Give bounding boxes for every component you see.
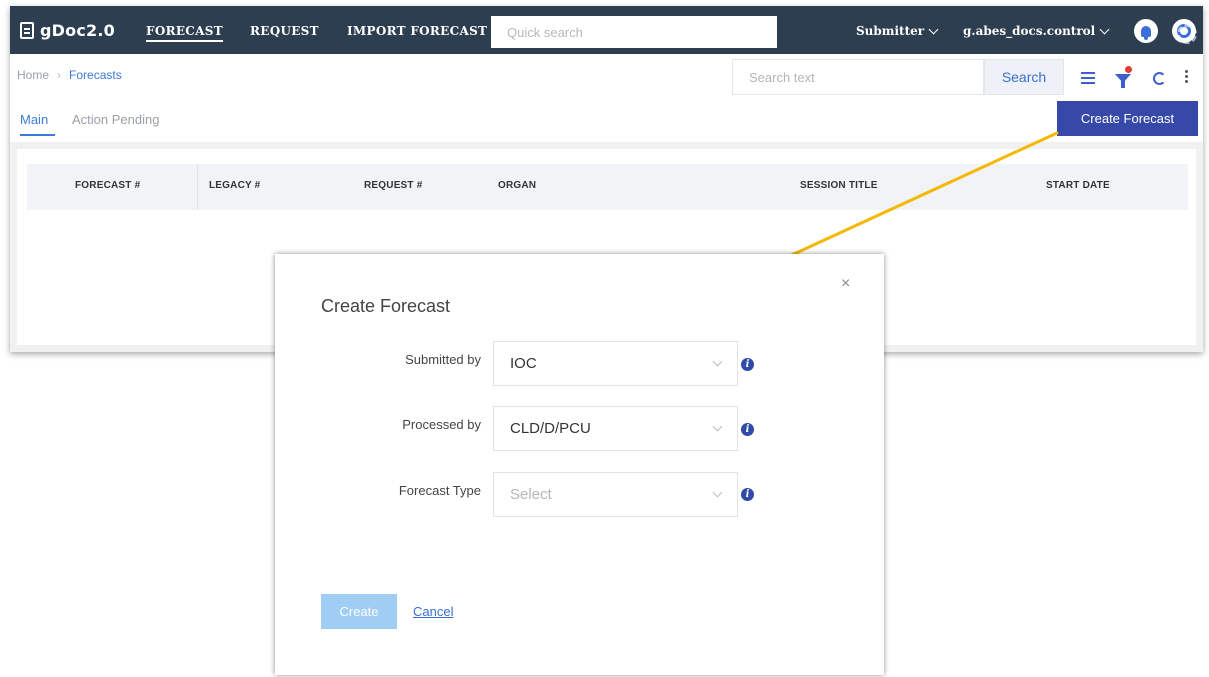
chevron-down-icon bbox=[712, 421, 723, 432]
nav-request[interactable]: REQUEST bbox=[250, 24, 319, 38]
info-icon[interactable]: i bbox=[741, 358, 754, 371]
user-dropdown[interactable]: g.abes_docs.control bbox=[963, 24, 1110, 38]
close-icon[interactable]: × bbox=[841, 275, 850, 293]
info-icon[interactable]: i bbox=[741, 488, 754, 501]
submitted-by-select[interactable]: IOC bbox=[493, 341, 738, 386]
forecast-type-placeholder: Select bbox=[510, 486, 552, 503]
document-icon bbox=[20, 21, 34, 39]
chevron-down-icon bbox=[712, 356, 723, 367]
search-button[interactable]: Search bbox=[984, 59, 1064, 95]
nav-import-forecast[interactable]: IMPORT FORECAST bbox=[347, 24, 487, 38]
columns-settings-button[interactable] bbox=[1078, 68, 1098, 88]
breadcrumb-home[interactable]: Home bbox=[17, 68, 49, 82]
column-header-session-title[interactable]: SESSION TITLE bbox=[800, 180, 878, 191]
chevron-down-icon bbox=[928, 24, 939, 34]
brand-name: gDoc2.0 bbox=[40, 20, 115, 40]
create-forecast-button[interactable]: Create Forecast bbox=[1057, 101, 1198, 136]
more-options-icon[interactable] bbox=[1184, 70, 1188, 83]
refresh-button[interactable] bbox=[1149, 68, 1169, 88]
chevron-down-icon bbox=[712, 487, 723, 498]
tab-main[interactable]: Main bbox=[20, 112, 56, 136]
sliders-icon bbox=[1081, 72, 1095, 84]
create-button[interactable]: Create bbox=[321, 594, 397, 629]
screenshot-stage: gDoc2.0 FORECAST REQUEST IMPORT FORECAST… bbox=[0, 0, 1209, 677]
lifebuoy-icon bbox=[1177, 24, 1191, 38]
column-header-organ[interactable]: ORGAN bbox=[498, 180, 536, 191]
table-header: FORECAST # LEGACY # REQUEST # ORGAN SESS… bbox=[27, 164, 1188, 210]
role-dropdown-label: Submitter bbox=[856, 24, 925, 38]
processed-by-label: Processed by bbox=[402, 417, 481, 432]
refresh-icon bbox=[1152, 71, 1166, 85]
create-forecast-modal: Create Forecast × Submitted by IOC i Pro… bbox=[275, 254, 884, 675]
processed-by-value: CLD/D/PCU bbox=[510, 420, 591, 437]
funnel-icon bbox=[1115, 73, 1131, 88]
cancel-link[interactable]: Cancel bbox=[413, 604, 453, 619]
notifications-button[interactable] bbox=[1134, 19, 1158, 43]
column-header-request[interactable]: REQUEST # bbox=[364, 180, 422, 191]
user-dropdown-label: g.abes_docs.control bbox=[963, 24, 1096, 38]
submitted-by-label: Submitted by bbox=[405, 352, 481, 367]
help-button[interactable] bbox=[1172, 19, 1196, 43]
column-header-legacy[interactable]: LEGACY # bbox=[209, 180, 260, 191]
breadcrumb: Home › Forecasts bbox=[17, 68, 122, 82]
filter-active-badge bbox=[1125, 66, 1132, 73]
submitted-by-value: IOC bbox=[510, 355, 537, 372]
search-input[interactable] bbox=[732, 59, 984, 95]
top-navbar: gDoc2.0 FORECAST REQUEST IMPORT FORECAST… bbox=[10, 6, 1203, 54]
column-header-start-date[interactable]: START DATE bbox=[1046, 180, 1110, 191]
filter-button[interactable] bbox=[1113, 66, 1133, 88]
modal-title: Create Forecast bbox=[321, 296, 451, 316]
bell-icon bbox=[1141, 25, 1151, 40]
chevron-down-icon bbox=[1099, 24, 1110, 34]
role-dropdown[interactable]: Submitter bbox=[856, 24, 939, 38]
quick-search-input[interactable] bbox=[491, 16, 777, 48]
column-divider bbox=[197, 164, 198, 210]
info-icon[interactable]: i bbox=[741, 423, 754, 436]
forecast-type-label: Forecast Type bbox=[398, 483, 481, 498]
forecast-type-select[interactable]: Select bbox=[493, 472, 738, 517]
column-header-forecast[interactable]: FORECAST # bbox=[75, 180, 140, 191]
processed-by-select[interactable]: CLD/D/PCU bbox=[493, 406, 738, 451]
brand-logo[interactable]: gDoc2.0 bbox=[20, 20, 115, 40]
breadcrumb-current[interactable]: Forecasts bbox=[69, 68, 122, 82]
nav-forecast[interactable]: FORECAST bbox=[146, 24, 223, 42]
tab-action-pending[interactable]: Action Pending bbox=[72, 112, 159, 127]
breadcrumb-separator-icon: › bbox=[57, 68, 62, 82]
